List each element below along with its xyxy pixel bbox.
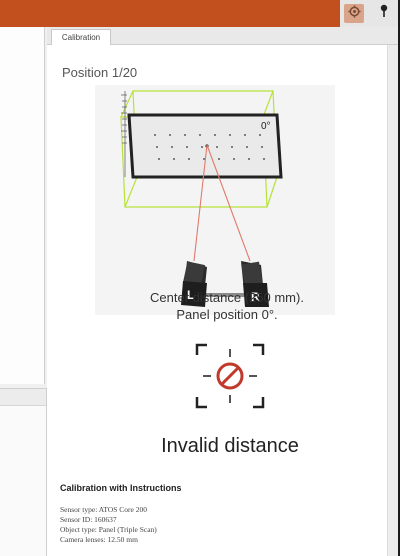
side-panel: [0, 27, 45, 384]
info-list: Sensor type: ATOS Core 200 Sensor ID: 16…: [60, 505, 260, 545]
pin-button[interactable]: [374, 4, 394, 23]
info-line: Camera lenses: 12.50 mm: [60, 535, 138, 544]
caption-panel-position: Panel position 0°.: [176, 307, 278, 322]
sensor-diagram: 0° L R: [95, 85, 335, 315]
side-panel-lower: [0, 388, 47, 556]
settings-button[interactable]: [344, 4, 364, 23]
tab-bar: Calibration: [47, 27, 398, 45]
tab-calibration[interactable]: Calibration: [51, 29, 111, 45]
gear-icon: [347, 4, 361, 23]
info-line: Sensor ID: 160637: [60, 515, 117, 524]
position-label: Position 1/20: [62, 65, 138, 80]
status-message: Invalid distance: [161, 435, 299, 457]
position-caption: Center distance (250 mm). Panel position…: [107, 289, 347, 323]
calibration-panel: Position 1/20 0° L R Center distance (25…: [47, 45, 387, 556]
panel-angle-label: 0°: [261, 121, 271, 132]
vertical-scrollbar[interactable]: [387, 45, 398, 556]
title-bar-tools: [340, 0, 398, 27]
title-bar: [0, 0, 340, 27]
info-line: Sensor type: ATOS Core 200: [60, 505, 147, 514]
calibration-window: Calibration Position 1/20 0° L R Center …: [0, 0, 398, 556]
info-line: Object type: Panel (Triple Scan): [60, 525, 157, 534]
prohibited-icon: [193, 341, 267, 411]
caption-distance: Center distance (250 mm).: [150, 290, 304, 305]
pin-icon: [378, 4, 390, 23]
info-title: Calibration with Instructions: [60, 483, 182, 493]
side-panel-header: [0, 389, 46, 406]
